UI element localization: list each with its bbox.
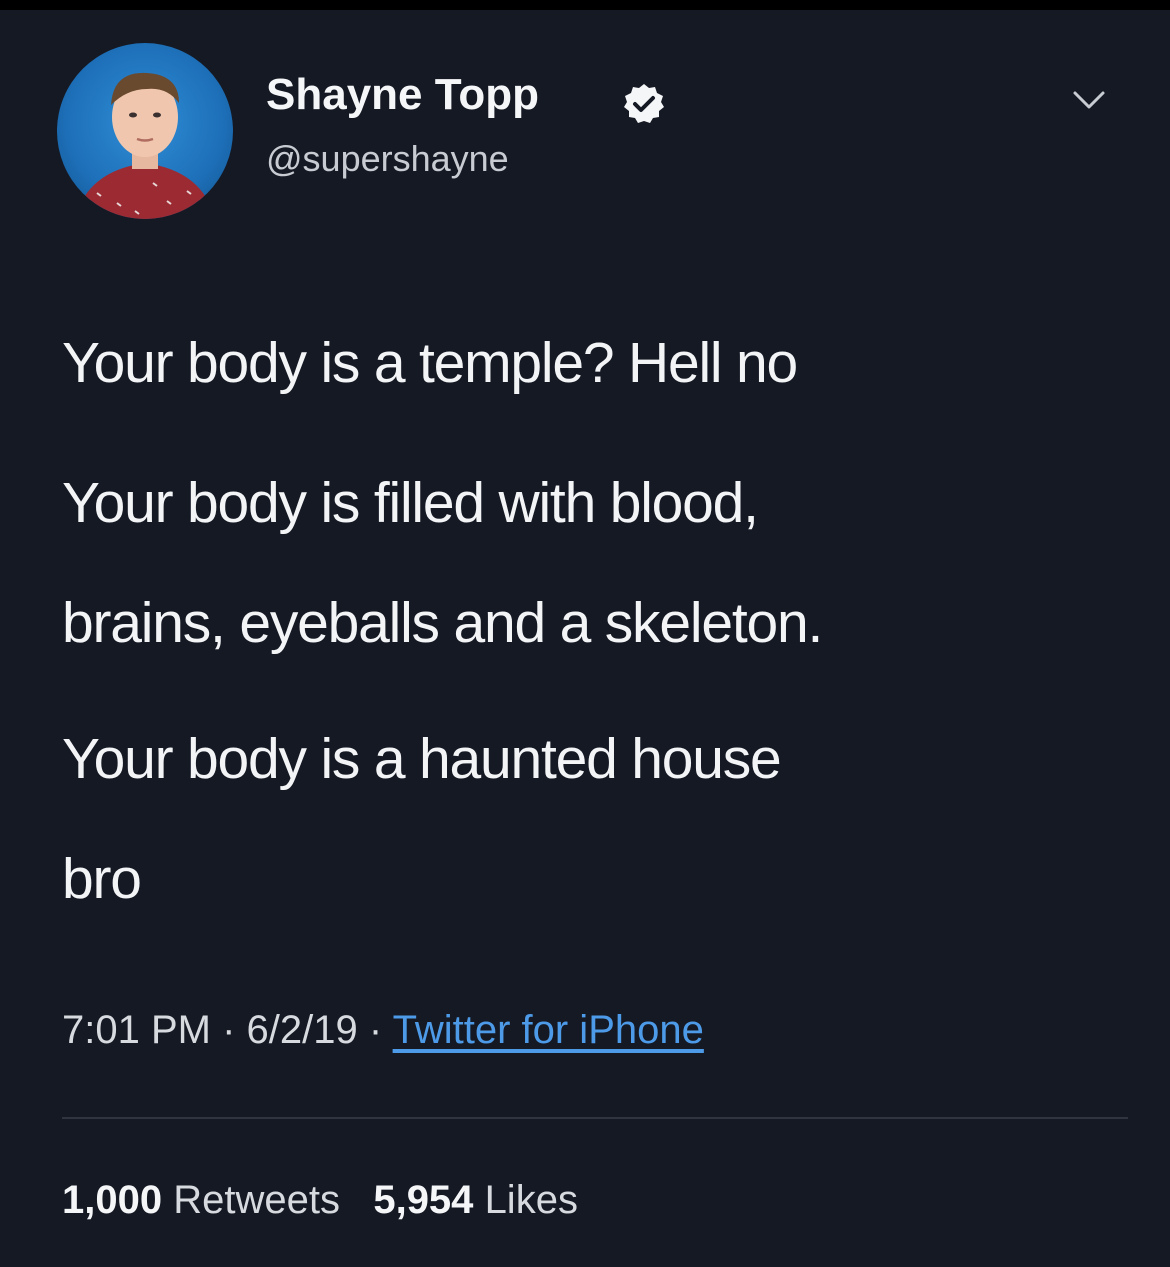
- tweet-text-line: Your body is a temple? Hell no: [62, 331, 798, 395]
- tweet-text-line: Your body is filled with blood,: [62, 471, 759, 535]
- author-handle[interactable]: @supershayne: [266, 138, 509, 180]
- avatar[interactable]: [57, 43, 233, 219]
- tweet-stats: 1,000 Retweets 5,954 Likes: [62, 1178, 578, 1223]
- author-display-name[interactable]: Shayne Topp: [266, 70, 539, 120]
- tweet-source-link[interactable]: Twitter for iPhone: [393, 1008, 704, 1052]
- tweet-card: Shayne Topp @supershayne Your body is a …: [0, 10, 1170, 1267]
- tweet-text-line: brains, eyeballs and a skeleton.: [62, 591, 823, 655]
- tweet-meta: 7:01 PM · 6/2/19 · Twitter for iPhone: [62, 1008, 704, 1053]
- retweets-count: 1,000: [62, 1178, 163, 1222]
- tweet-text-line: Your body is a haunted house: [62, 727, 782, 791]
- verified-badge-icon: [624, 84, 664, 123]
- likes-count: 5,954: [373, 1178, 474, 1222]
- retweets-stat[interactable]: 1,000 Retweets: [62, 1178, 340, 1222]
- retweets-label: Retweets: [173, 1178, 340, 1222]
- tweet-date[interactable]: 6/2/19: [247, 1008, 358, 1052]
- meta-separator: ·: [222, 1008, 236, 1052]
- tweet-time[interactable]: 7:01 PM: [62, 1008, 211, 1052]
- avatar-photo: [75, 72, 215, 219]
- likes-label: Likes: [484, 1178, 578, 1222]
- divider: [62, 1117, 1128, 1119]
- tweet-text-line: bro: [62, 847, 142, 911]
- chevron-down-icon[interactable]: [1072, 88, 1106, 112]
- likes-stat[interactable]: 5,954 Likes: [373, 1178, 578, 1222]
- meta-separator: ·: [368, 1008, 383, 1052]
